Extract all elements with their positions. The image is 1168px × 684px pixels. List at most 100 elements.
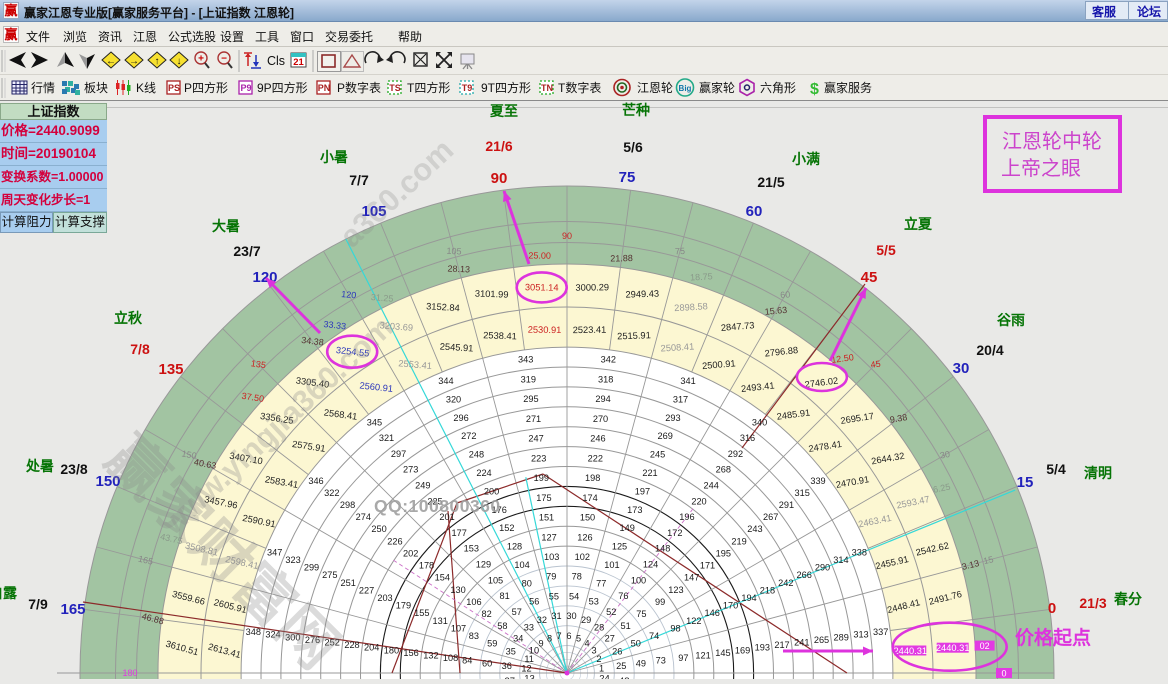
svg-text:339: 339 bbox=[810, 476, 825, 486]
svg-text:20/4: 20/4 bbox=[976, 342, 1003, 358]
svg-text:2530.91: 2530.91 bbox=[528, 325, 562, 335]
svg-text:45: 45 bbox=[870, 359, 881, 370]
svg-text:TN: TN bbox=[541, 83, 553, 93]
svg-text:21/6: 21/6 bbox=[485, 138, 512, 154]
svg-text:小满: 小满 bbox=[792, 151, 820, 167]
svg-text:9: 9 bbox=[538, 638, 543, 648]
svg-text:317: 317 bbox=[673, 395, 688, 405]
svg-text:芒种: 芒种 bbox=[622, 102, 650, 118]
svg-text:197: 197 bbox=[635, 486, 650, 496]
svg-text:78: 78 bbox=[572, 572, 582, 582]
svg-text:223: 223 bbox=[531, 453, 546, 463]
svg-text:60: 60 bbox=[780, 289, 791, 300]
svg-text:123: 123 bbox=[668, 585, 683, 595]
svg-text:→: → bbox=[129, 56, 139, 67]
svg-text:273: 273 bbox=[403, 465, 418, 475]
svg-text:174: 174 bbox=[582, 493, 597, 503]
svg-text:P数字表: P数字表 bbox=[337, 80, 381, 95]
svg-text:196: 196 bbox=[679, 512, 694, 522]
svg-text:106: 106 bbox=[466, 597, 481, 607]
svg-text:245: 245 bbox=[650, 450, 665, 460]
svg-text:220: 220 bbox=[691, 496, 706, 506]
svg-text:289: 289 bbox=[834, 632, 849, 642]
svg-text:244: 244 bbox=[704, 481, 719, 491]
svg-text:K线: K线 bbox=[136, 81, 156, 95]
svg-text:316: 316 bbox=[740, 433, 755, 443]
svg-text:271: 271 bbox=[526, 414, 541, 424]
svg-text:75: 75 bbox=[619, 169, 636, 186]
svg-text:34: 34 bbox=[513, 633, 523, 643]
svg-text:195: 195 bbox=[716, 549, 731, 559]
svg-text:341: 341 bbox=[680, 376, 695, 386]
svg-text:298: 298 bbox=[340, 500, 355, 510]
svg-text:5/5: 5/5 bbox=[876, 242, 896, 258]
svg-text:53: 53 bbox=[589, 597, 599, 607]
svg-text:15: 15 bbox=[1017, 474, 1034, 491]
svg-text:5: 5 bbox=[576, 634, 581, 644]
svg-text:2523.41: 2523.41 bbox=[573, 325, 607, 335]
svg-text:203: 203 bbox=[377, 593, 392, 603]
svg-text:84: 84 bbox=[462, 656, 472, 666]
svg-text:319: 319 bbox=[521, 374, 536, 384]
svg-text:98: 98 bbox=[670, 624, 680, 634]
svg-text:103: 103 bbox=[544, 552, 559, 562]
svg-text:PN: PN bbox=[318, 83, 331, 93]
svg-text:51: 51 bbox=[620, 621, 630, 631]
svg-text:178: 178 bbox=[419, 561, 434, 571]
svg-text:222: 222 bbox=[588, 453, 603, 463]
svg-text:大暑: 大暑 bbox=[212, 218, 240, 234]
svg-text:0: 0 bbox=[1048, 600, 1056, 617]
svg-text:173: 173 bbox=[627, 505, 642, 515]
svg-text:268: 268 bbox=[716, 465, 731, 475]
svg-text:343: 343 bbox=[518, 355, 533, 365]
svg-text:242: 242 bbox=[778, 578, 793, 588]
svg-text:2515.91: 2515.91 bbox=[617, 330, 651, 341]
svg-text:60: 60 bbox=[746, 203, 763, 220]
svg-text:120: 120 bbox=[341, 289, 357, 300]
svg-text:177: 177 bbox=[452, 528, 467, 538]
svg-text:121: 121 bbox=[695, 651, 710, 661]
svg-text:221: 221 bbox=[642, 468, 657, 478]
svg-text:226: 226 bbox=[387, 536, 402, 546]
svg-text:61: 61 bbox=[485, 679, 496, 680]
svg-text:322: 322 bbox=[324, 488, 339, 498]
svg-text:26: 26 bbox=[612, 646, 622, 656]
svg-text:169: 169 bbox=[735, 645, 750, 655]
svg-text:−: − bbox=[221, 54, 227, 65]
svg-text:199: 199 bbox=[534, 473, 549, 483]
svg-text:35: 35 bbox=[506, 646, 516, 656]
svg-text:299: 299 bbox=[304, 563, 319, 573]
svg-text:33: 33 bbox=[524, 623, 534, 633]
svg-text:江恩轮: 江恩轮 bbox=[637, 81, 673, 95]
svg-text:100: 100 bbox=[631, 575, 646, 585]
svg-text:2538.41: 2538.41 bbox=[483, 330, 517, 341]
svg-text:107: 107 bbox=[451, 624, 466, 634]
svg-text:291: 291 bbox=[779, 500, 794, 510]
svg-text:8: 8 bbox=[547, 634, 552, 644]
svg-text:154: 154 bbox=[435, 573, 450, 583]
svg-text:313: 313 bbox=[853, 630, 868, 640]
svg-text:37: 37 bbox=[505, 676, 516, 679]
svg-text:立秋: 立秋 bbox=[114, 310, 143, 326]
svg-text:105: 105 bbox=[446, 246, 461, 257]
svg-text:T数字表: T数字表 bbox=[558, 80, 601, 95]
svg-text:108: 108 bbox=[443, 653, 458, 663]
svg-text:T四方形: T四方形 bbox=[407, 80, 450, 95]
svg-text:156: 156 bbox=[403, 648, 418, 658]
svg-text:265: 265 bbox=[814, 635, 829, 645]
svg-text:23/8: 23/8 bbox=[60, 461, 87, 477]
svg-text:250: 250 bbox=[371, 524, 386, 534]
svg-text:白露: 白露 bbox=[0, 585, 18, 601]
svg-text:272: 272 bbox=[461, 431, 476, 441]
svg-text:318: 318 bbox=[598, 374, 613, 384]
svg-text:172: 172 bbox=[667, 528, 682, 538]
svg-text:立夏: 立夏 bbox=[904, 216, 933, 232]
svg-text:55: 55 bbox=[549, 592, 559, 602]
svg-text:清明: 清明 bbox=[1084, 465, 1112, 481]
svg-text:241: 241 bbox=[794, 638, 809, 648]
svg-text:90: 90 bbox=[491, 170, 508, 187]
svg-text:165: 165 bbox=[60, 601, 85, 618]
svg-text:31.25: 31.25 bbox=[371, 292, 394, 304]
svg-text:$: $ bbox=[810, 81, 819, 98]
svg-text:135: 135 bbox=[250, 358, 266, 370]
